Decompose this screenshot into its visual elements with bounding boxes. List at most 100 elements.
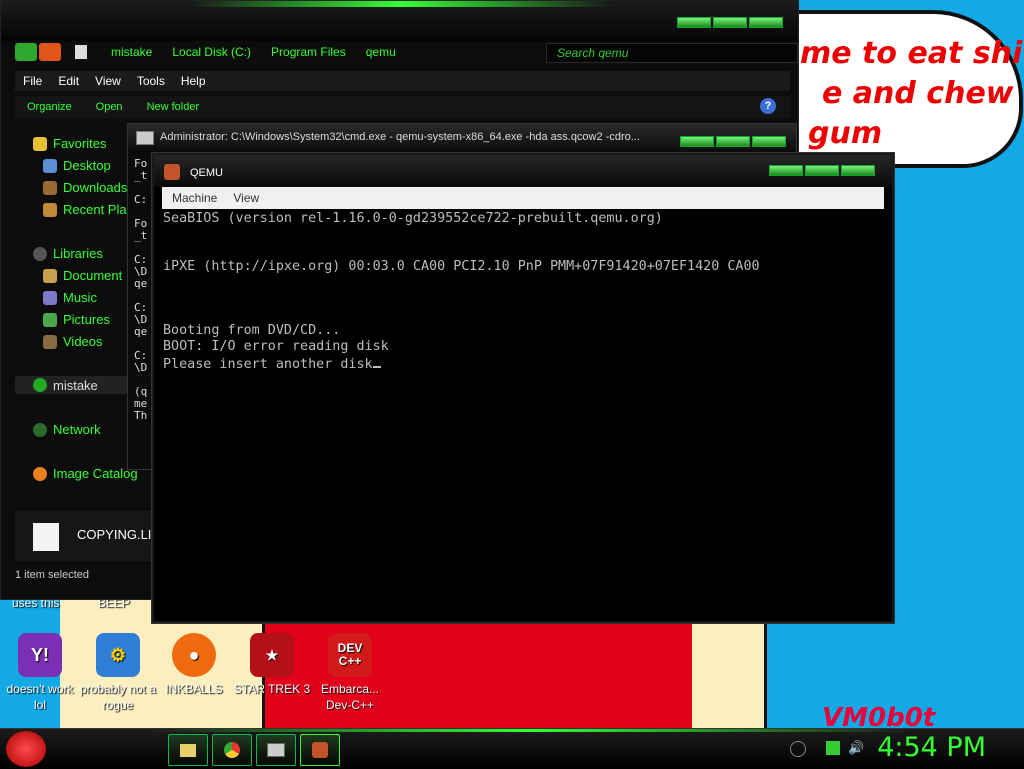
help-icon[interactable]: ? (760, 98, 776, 114)
minimize-button[interactable] (680, 136, 714, 147)
taskbar-qemu-button[interactable] (300, 734, 340, 766)
desktop-icon-label: INKBALLS (165, 682, 223, 696)
close-button[interactable] (752, 136, 786, 147)
document-icon (33, 523, 59, 551)
open-button[interactable]: Open (96, 101, 123, 113)
taskbar-explorer-button[interactable] (168, 734, 208, 766)
forward-button[interactable] (39, 43, 61, 61)
qemu-title: QEMU (190, 167, 223, 179)
close-button[interactable] (841, 165, 875, 176)
nav-libraries[interactable]: Libraries (33, 246, 103, 261)
breadcrumb-local-disk[interactable]: Local Disk (C:) (172, 45, 251, 59)
maximize-button[interactable] (805, 165, 839, 176)
taskbar-cmd-button[interactable] (256, 734, 296, 766)
vm-screen-line (163, 291, 760, 307)
nav-documents[interactable]: Document (43, 268, 122, 283)
vm-screen-line: BOOT: I/O error reading disk (163, 339, 389, 354)
vm-screen-line: Please insert another disk (163, 355, 760, 373)
nav-image-catalog[interactable]: Image Catalog (33, 466, 138, 481)
volume-icon[interactable]: 🔊 (848, 741, 864, 755)
star-wars-icon: ★ (250, 633, 294, 677)
menu-tools[interactable]: Tools (137, 74, 165, 88)
documents-icon (43, 268, 57, 283)
vm-screen-line (163, 243, 760, 259)
bubble-text-3: gum (808, 116, 883, 151)
explorer-menubar: File Edit View Tools Help (15, 71, 790, 91)
desktop-icon-rogue[interactable]: ⚙ probably not a rogue (78, 633, 158, 713)
explorer-window-controls[interactable] (677, 17, 783, 28)
network-tray-icon[interactable] (826, 741, 840, 755)
menu-help[interactable]: Help (181, 74, 206, 88)
cmd-icon (136, 131, 154, 145)
desktop-icon-yahoo[interactable]: Y! doesn't work lol (0, 633, 80, 713)
maximize-button[interactable] (713, 17, 747, 28)
close-button[interactable] (749, 17, 783, 28)
vm-screen-line (163, 275, 760, 291)
text-cursor (372, 355, 381, 368)
vm-screen-line: Booting from DVD/CD... (163, 323, 341, 338)
clock[interactable]: 4:54 PM (877, 732, 986, 763)
menu-machine[interactable]: Machine (172, 191, 217, 205)
nav-videos[interactable]: Videos (43, 334, 103, 349)
nav-recent-places[interactable]: Recent Pla (43, 202, 127, 217)
search-input[interactable]: Search qemu (546, 43, 798, 63)
back-button[interactable] (15, 43, 37, 61)
desktop-icon-dev-cpp[interactable]: DEV C++ Embarca... Dev-C++ (310, 633, 390, 713)
start-button[interactable] (6, 731, 46, 767)
system-tray: 🔊 (790, 741, 864, 757)
explorer-titlebar[interactable] (1, 1, 798, 41)
organize-button[interactable]: Organize (27, 101, 72, 113)
network-icon (33, 422, 47, 437)
nav-downloads[interactable]: Downloads (43, 180, 127, 195)
image-catalog-icon (33, 466, 47, 481)
desktop-icon-inkballs[interactable]: ● INKBALLS (154, 633, 234, 697)
pictures-icon (43, 312, 57, 327)
chrome-icon (224, 742, 240, 758)
dev-cpp-icon: DEV C++ (328, 633, 372, 677)
nav-desktop[interactable]: Desktop (43, 158, 111, 173)
vm-screen-line (163, 227, 760, 243)
breadcrumb-mistake[interactable]: mistake (111, 45, 152, 59)
nav-music[interactable]: Music (43, 290, 97, 305)
qemu-menubar: Machine View (162, 187, 884, 209)
breadcrumb-qemu[interactable]: qemu (366, 45, 396, 59)
vm-screen-line: SeaBIOS (version rel-1.16.0-0-gd239552ce… (163, 211, 663, 226)
desktop-icon (43, 158, 57, 173)
star-icon (33, 136, 47, 151)
cmd-window-controls[interactable] (680, 136, 786, 147)
cmd-title: Administrator: C:\Windows\System32\cmd.e… (160, 131, 640, 143)
menu-edit[interactable]: Edit (58, 74, 79, 88)
bubble-text-1: me to eat shit (800, 36, 1024, 71)
downloads-icon (43, 180, 57, 195)
vm-screen-line (163, 307, 760, 323)
show-hidden-icons-icon[interactable] (790, 741, 806, 757)
ball-icon: ● (172, 633, 216, 677)
menu-file[interactable]: File (23, 74, 42, 88)
folder-icon (75, 45, 87, 59)
tray-spacer (814, 741, 818, 755)
qemu-icon (312, 742, 328, 758)
menu-view[interactable]: View (95, 74, 121, 88)
explorer-command-bar: Organize Open New folder ? (15, 96, 790, 118)
vm-screen-line: iPXE (http://ipxe.org) 00:03.0 CA00 PCI2… (163, 259, 760, 274)
new-folder-button[interactable]: New folder (147, 101, 200, 113)
minimize-button[interactable] (677, 17, 711, 28)
nav-favorites[interactable]: Favorites (33, 136, 106, 151)
desktop-icon-label: doesn't work lol (6, 682, 74, 712)
breadcrumb-program-files[interactable]: Program Files (271, 45, 346, 59)
qemu-window-controls[interactable] (769, 165, 875, 176)
nav-pictures[interactable]: Pictures (43, 312, 110, 327)
maximize-button[interactable] (716, 136, 750, 147)
bubble-text-2: e and chew (822, 76, 1014, 111)
status-bar: 1 item selected (15, 569, 89, 581)
taskbar-chrome-button[interactable] (212, 734, 252, 766)
qemu-window[interactable]: QEMU Machine View SeaBIOS (version rel-1… (152, 153, 894, 623)
cmd-line: Th (134, 409, 148, 422)
desktop-icon-star-trek[interactable]: ★ STAR TREK 3 (232, 633, 312, 697)
desktop-icon-label: STAR TREK 3 (233, 682, 311, 696)
qemu-titlebar[interactable]: QEMU (154, 155, 892, 187)
nav-network[interactable]: Network (33, 422, 101, 437)
minimize-button[interactable] (769, 165, 803, 176)
vm-screen[interactable]: SeaBIOS (version rel-1.16.0-0-gd239552ce… (163, 211, 760, 373)
menu-view[interactable]: View (233, 191, 259, 205)
